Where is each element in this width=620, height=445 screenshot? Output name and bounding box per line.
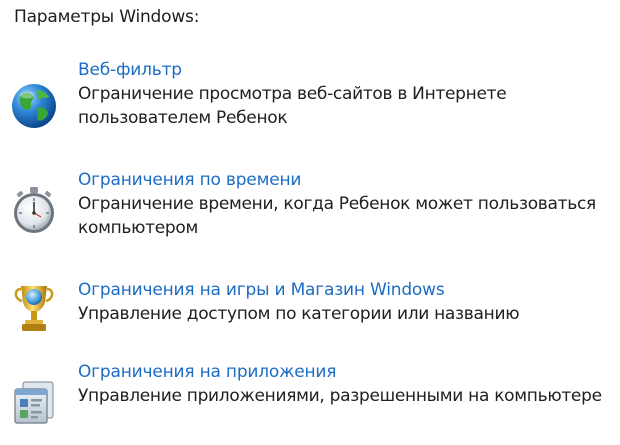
games-store-link[interactable]: Ограничения на игры и Магазин Windows xyxy=(78,278,614,302)
apps-icon[interactable] xyxy=(6,374,62,430)
web-filter-link[interactable]: Веб-фильтр xyxy=(78,58,614,82)
stopwatch-icon[interactable] xyxy=(6,182,62,238)
app-restrictions-description: Управление приложениями, разрешенными на… xyxy=(78,386,602,406)
section-title: Параметры Windows: xyxy=(14,7,200,27)
web-filter-description: Ограничение просмотра веб-сайтов в Интер… xyxy=(78,84,507,128)
trophy-icon[interactable] xyxy=(6,280,62,336)
time-limits-link[interactable]: Ограничения по времени xyxy=(78,168,614,192)
app-restrictions-link[interactable]: Ограничения на приложения xyxy=(78,360,614,384)
time-limits-description: Ограничение времени, когда Ребенок может… xyxy=(78,194,596,238)
games-store-description: Управление доступом по категории или наз… xyxy=(78,304,520,324)
globe-icon[interactable] xyxy=(6,78,62,134)
